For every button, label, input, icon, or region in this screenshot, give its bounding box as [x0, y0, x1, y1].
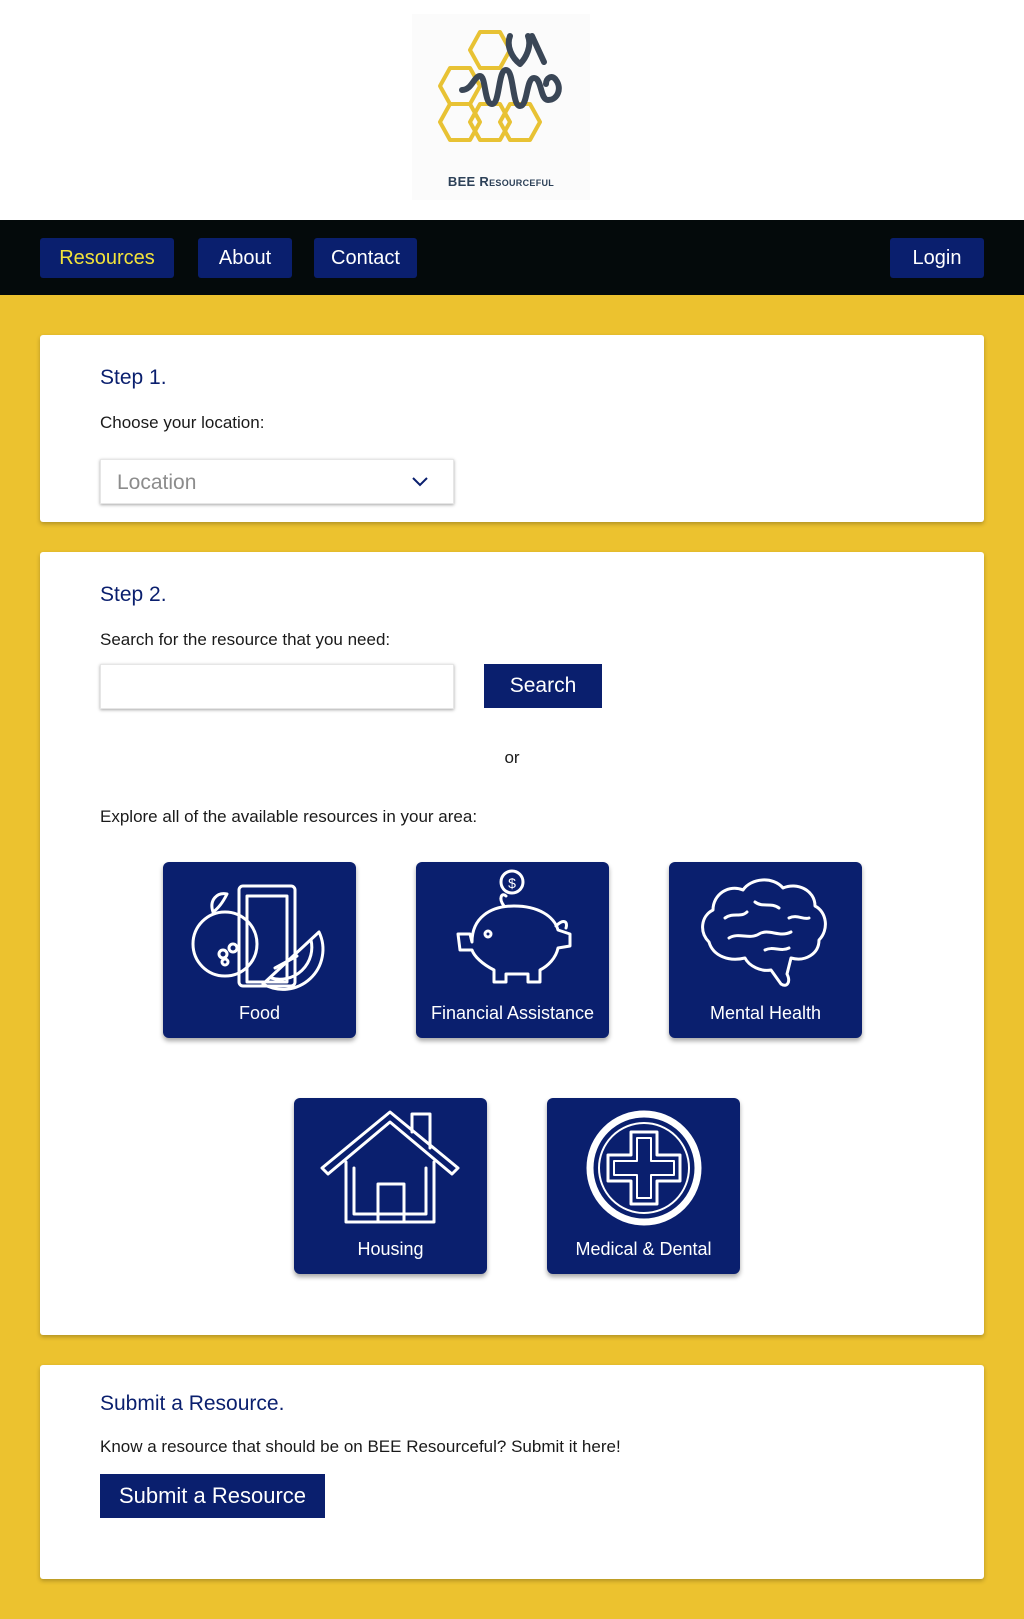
or-separator: or — [504, 748, 520, 767]
category-food[interactable]: Food — [163, 862, 356, 1038]
nav-contact-button[interactable]: Contact — [314, 238, 417, 278]
house-icon — [320, 1110, 460, 1224]
step2-title: Step 2. — [100, 583, 167, 606]
submit-description: Know a resource that should be on BEE Re… — [100, 1437, 621, 1456]
nav-resources-button[interactable]: Resources — [40, 238, 174, 278]
step1-card: Step 1. Choose your location: Location — [40, 335, 984, 522]
svg-text:$: $ — [508, 875, 516, 891]
location-label: Choose your location: — [100, 413, 265, 432]
brain-icon — [701, 878, 827, 987]
location-select[interactable]: Location — [100, 459, 454, 504]
category-medical-dental[interactable]: Medical & Dental — [547, 1098, 740, 1274]
nav-login-button[interactable]: Login — [890, 238, 984, 278]
navbar: Resources About Contact Login — [0, 220, 1024, 295]
category-housing[interactable]: Housing — [294, 1098, 487, 1274]
header: BEE Resourceful — [0, 0, 1024, 220]
explore-label: Explore all of the available resources i… — [100, 807, 478, 826]
submit-title: Submit a Resource. — [100, 1392, 285, 1415]
location-select-value: Location — [117, 471, 197, 494]
category-mental-health[interactable]: Mental Health — [669, 862, 862, 1038]
chevron-down-icon — [412, 477, 428, 487]
bee-honeycomb-logo-icon — [438, 30, 562, 142]
category-medical-dental-label: Medical & Dental — [575, 1239, 712, 1259]
step1-title: Step 1. — [100, 366, 167, 389]
category-financial-assistance-label: Financial Assistance — [430, 1003, 595, 1023]
search-input[interactable] — [100, 664, 454, 709]
category-mental-health-label: Mental Health — [709, 1003, 822, 1023]
submit-resource-button[interactable]: Submit a Resource — [100, 1474, 325, 1518]
brand-name: BEE Resourceful — [447, 174, 555, 189]
logo[interactable]: BEE Resourceful — [412, 14, 590, 200]
submit-card: Submit a Resource. Know a resource that … — [40, 1365, 984, 1579]
nav-about-button[interactable]: About — [198, 238, 292, 278]
piggy-bank-icon: $ — [456, 869, 572, 984]
category-financial-assistance[interactable]: $ Financial Assistance — [416, 862, 609, 1038]
search-label: Search for the resource that you need: — [100, 630, 391, 649]
food-icon — [191, 884, 325, 991]
category-housing-label: Housing — [357, 1239, 424, 1259]
step2-card: Step 2. Search for the resource that you… — [40, 552, 984, 1335]
medical-cross-icon — [586, 1110, 702, 1226]
search-button[interactable]: Search — [484, 664, 602, 708]
category-food-label: Food — [238, 1003, 281, 1023]
